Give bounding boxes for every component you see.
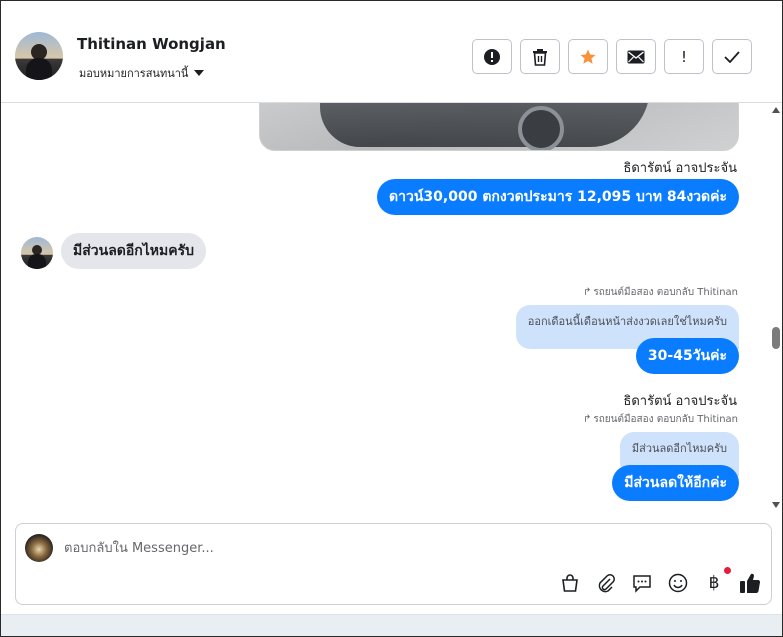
notification-dot [724, 567, 731, 574]
bag-icon[interactable] [559, 572, 581, 594]
reply-context-note: ↱ รถยนต์มือสอง ตอบกลับ Thitinan [583, 412, 738, 427]
thumbs-up-icon[interactable] [739, 572, 761, 594]
assign-label: มอบหมายการสนทนานี้ [79, 67, 189, 80]
contact-avatar[interactable] [15, 32, 63, 80]
shared-image-attachment[interactable] [259, 103, 739, 151]
mark-done-button[interactable] [712, 39, 752, 74]
envelope-icon [627, 50, 645, 63]
star-button[interactable] [568, 39, 608, 74]
mark-spam-button[interactable] [472, 39, 512, 74]
paperclip-icon[interactable] [595, 572, 617, 594]
baht-icon[interactable]: ฿ [703, 567, 731, 594]
check-icon [724, 50, 740, 63]
message-bubble-outgoing[interactable]: ดาวน์30,000 ตกงวดประมาร 12,095 บาท 84งวด… [377, 179, 739, 215]
reply-arrow-icon: ↱ [582, 287, 592, 298]
composer-tools: ฿ [559, 567, 761, 594]
conversation-actions: ! [472, 39, 752, 74]
scroll-down-arrow-icon[interactable] [772, 502, 780, 508]
emoji-icon[interactable] [667, 572, 689, 594]
delete-button[interactable] [520, 39, 560, 74]
sender-name: ธิดารัตน์ อาจประจัน [623, 394, 737, 409]
reply-input[interactable] [64, 536, 664, 560]
mark-unread-button[interactable] [616, 39, 656, 74]
bottom-strip [1, 614, 782, 636]
message-bubble-incoming[interactable]: มีส่วนลดอีกไหมครับ [61, 233, 207, 269]
sender-name: ธิดารัตน์ อาจประจัน [623, 161, 737, 176]
reply-context-text: รถยนต์มือสอง ตอบกลับ Thitinan [593, 414, 738, 425]
contact-avatar-small[interactable] [21, 237, 53, 269]
contact-name[interactable]: Thitinan Wongjan [77, 35, 226, 53]
page-avatar [25, 534, 53, 562]
reply-context-note: ↱ รถยนต์มือสอง ตอบกลับ Thitinan [583, 285, 738, 300]
scrollbar-thumb[interactable] [772, 327, 780, 349]
reply-arrow-icon: ↱ [582, 414, 592, 425]
trash-icon [533, 48, 547, 66]
follow-up-button[interactable]: ! [664, 39, 704, 74]
message-bubble-outgoing[interactable]: มีส่วนลดให้อีกค่ะ [612, 465, 739, 501]
message-bubble-outgoing[interactable]: 30-45วันค่ะ [635, 338, 739, 374]
caret-down-icon [194, 70, 205, 76]
alert-circle-icon [484, 48, 500, 65]
inbox-conversation-panel: Thitinan Wongjan มอบหมายการสนทนานี้ ! ธิ… [0, 0, 783, 637]
star-icon [580, 49, 596, 64]
scroll-up-arrow-icon[interactable] [772, 107, 780, 113]
assign-conversation-dropdown[interactable]: มอบหมายการสนทนานี้ [79, 64, 205, 82]
thread-scrollbar[interactable] [770, 103, 782, 508]
reply-context-text: รถยนต์มือสอง ตอบกลับ Thitinan [593, 287, 738, 298]
exclamation-icon: ! [680, 47, 687, 66]
saved-replies-icon[interactable] [631, 572, 653, 594]
conversation-header: Thitinan Wongjan มอบหมายการสนทนานี้ ! [1, 1, 782, 103]
message-thread[interactable]: ธิดารัตน์ อาจประจัน ดาวน์30,000 ตกงวดประ… [1, 103, 782, 518]
reply-composer: ฿ [15, 523, 772, 605]
